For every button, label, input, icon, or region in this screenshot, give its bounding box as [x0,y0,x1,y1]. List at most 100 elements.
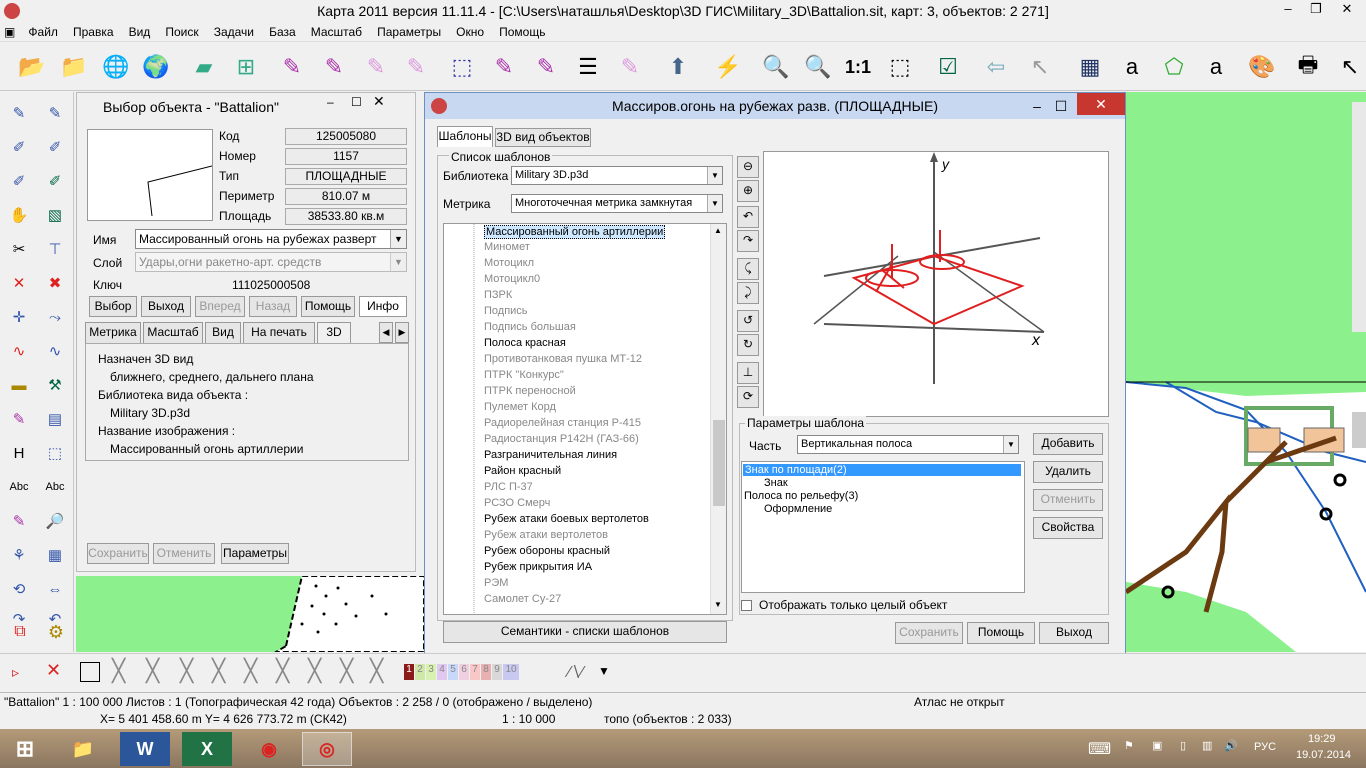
rotate-x-left-icon[interactable]: ↺ [737,310,759,332]
part-select[interactable]: Вертикальная полоса ▼ [797,435,1019,454]
forward-button[interactable]: Вперед [195,296,245,317]
word-icon[interactable]: W [120,732,170,766]
list-item[interactable]: Подпись большая [484,321,576,333]
open-multi-icon[interactable]: 📁 [56,48,92,86]
pointer-icon[interactable]: ↖ [1022,48,1058,86]
tab-print[interactable]: На печать [243,322,315,343]
list-item[interactable]: ПТРК переносной [484,385,576,397]
clock-date[interactable]: 19.07.2014 [1296,749,1351,761]
tab-3d-objects[interactable]: 3D вид объектов [495,128,591,147]
tab-view[interactable]: Вид [205,322,241,343]
lightning-icon[interactable]: ⚡ [710,48,746,86]
excel-icon[interactable]: X [182,732,232,766]
edit-line-icon[interactable]: ✐ [4,132,34,162]
library-select[interactable]: Military 3D.p3d ▼ [511,166,723,185]
tree-item[interactable]: Знак по площади(2) [743,464,1021,476]
delete-node-icon[interactable]: ✖ [40,268,70,298]
chevron-down-icon[interactable]: ▼ [390,253,406,271]
exit-button[interactable]: Выход [141,296,191,317]
scroll-thumb[interactable] [713,420,725,506]
start-windows-icon[interactable]: ⊞ [0,732,50,766]
menu-params[interactable]: Параметры [371,22,447,42]
tab-templates[interactable]: Шаблоны [437,126,493,147]
keyboard-icon[interactable]: ⌨ [1088,739,1111,759]
table-icon[interactable]: ▦ [1072,48,1108,86]
dialog-help-button[interactable]: Помощь [967,622,1035,644]
layers-icon[interactable]: ▰ [186,48,222,86]
cut-icon[interactable]: ✂ [4,234,34,264]
select-query-icon[interactable]: ✎ [528,48,564,86]
tree-item[interactable]: Оформление [764,503,832,515]
edit-node2-icon[interactable]: ✐ [40,166,70,196]
x-tool-6-icon[interactable]: ╳ [276,658,289,684]
tab-scroll-left-icon[interactable]: ◀ [379,322,393,343]
text-style-icon[interactable]: a [1198,48,1234,86]
find-icon[interactable]: 🔎 [40,506,70,536]
list-item[interactable]: Разграничительная линия [484,449,617,461]
menu-window[interactable]: Окно [450,22,490,42]
tree-icon[interactable]: ⚘ [4,540,34,570]
zoom-out-icon[interactable]: 🔍 [758,48,794,86]
name-select[interactable]: Массированный огонь на рубежах разверт ▼ [135,229,407,249]
palette-6[interactable]: 6 [459,664,469,680]
cross-tool-icon[interactable]: ✕ [46,660,61,681]
list-item[interactable]: Рубеж атаки вертолетов [484,529,608,541]
list-item[interactable]: Рубеж обороны красный [484,545,610,557]
minimize-button[interactable]: – [1274,0,1302,20]
copy-objects-icon[interactable]: ⧉ [6,618,34,646]
deselect-icon[interactable]: ✎ [612,48,648,86]
restore-button[interactable]: ❐ [1302,0,1330,20]
battery-icon[interactable]: ▯ [1180,739,1186,752]
palette-4[interactable]: 4 [437,664,447,680]
back-button[interactable]: Назад [249,296,297,317]
chevron-down-icon[interactable]: ▼ [390,230,406,248]
flag-icon[interactable]: ▹ [12,664,19,681]
rotate-y-left-icon[interactable]: ⤹ [737,258,759,280]
h-icon[interactable]: H [4,438,34,468]
select-object-icon[interactable]: ✎ [274,48,310,86]
revert-button[interactable]: Отменить [1033,489,1103,511]
dialog-save-button[interactable]: Сохранить [895,622,963,644]
edit-node-icon[interactable]: ✐ [4,166,34,196]
info-button[interactable]: Инфо [359,296,407,317]
open-folder-icon[interactable]: 📂 [14,48,50,86]
text-pen-icon[interactable]: ✎ [4,404,34,434]
list-icon[interactable]: ☰ [570,48,606,86]
list-item[interactable]: Массированный огонь артиллерии [484,225,666,239]
scroll-down-icon[interactable]: ▼ [714,600,722,609]
check-icon[interactable]: ☑ [930,48,966,86]
text-edit-icon[interactable]: a [1114,48,1150,86]
globe-network-icon[interactable]: 🌐 [98,48,134,86]
select-text-icon[interactable]: ✎ [316,48,352,86]
mirror-icon[interactable]: ⇔ [40,574,70,604]
menu-doc-icon[interactable]: ▣ [0,22,19,42]
chevron-down-icon[interactable]: ▼ [707,167,722,184]
volume-icon[interactable]: 🔊 [1224,739,1238,752]
zoom-in-icon[interactable]: 🔍 [800,48,836,86]
properties-button[interactable]: Свойства [1033,517,1103,539]
tab-metric[interactable]: Метрика [85,322,141,343]
branch-icon[interactable]: ⤳ [40,302,70,332]
save-button[interactable]: Сохранить [87,543,149,564]
map-app-icon[interactable]: ◎ [302,732,352,766]
list-item[interactable]: Миномет [484,241,530,253]
templates-list[interactable]: Массированный огонь артиллерии Миномет Мот… [443,223,727,615]
move-icon[interactable]: ✛ [4,302,34,332]
menu-scale[interactable]: Масштаб [305,22,368,42]
3d-view-icon[interactable]: ⬆ [660,48,696,86]
menu-help[interactable]: Помощь [493,22,551,42]
menu-file[interactable]: Файл [22,22,64,42]
map-area-right[interactable] [1124,92,1366,652]
hand-icon[interactable]: ✋ [4,200,34,230]
delete-button[interactable]: Удалить [1033,461,1103,483]
select-pen-icon[interactable]: ✎ [4,506,34,536]
clock-time[interactable]: 19:29 [1308,733,1336,745]
3d-preview[interactable]: y x [763,151,1109,417]
tab-3d[interactable]: 3D [317,322,351,343]
list-item[interactable]: РЭМ [484,577,508,589]
select-add-icon[interactable]: ✎ [486,48,522,86]
dialog-exit-button[interactable]: Выход [1039,622,1109,644]
select-alt-icon[interactable]: ✎ [358,48,394,86]
palette-5[interactable]: 5 [448,664,458,680]
chevron-down-icon[interactable]: ▼ [707,195,722,212]
